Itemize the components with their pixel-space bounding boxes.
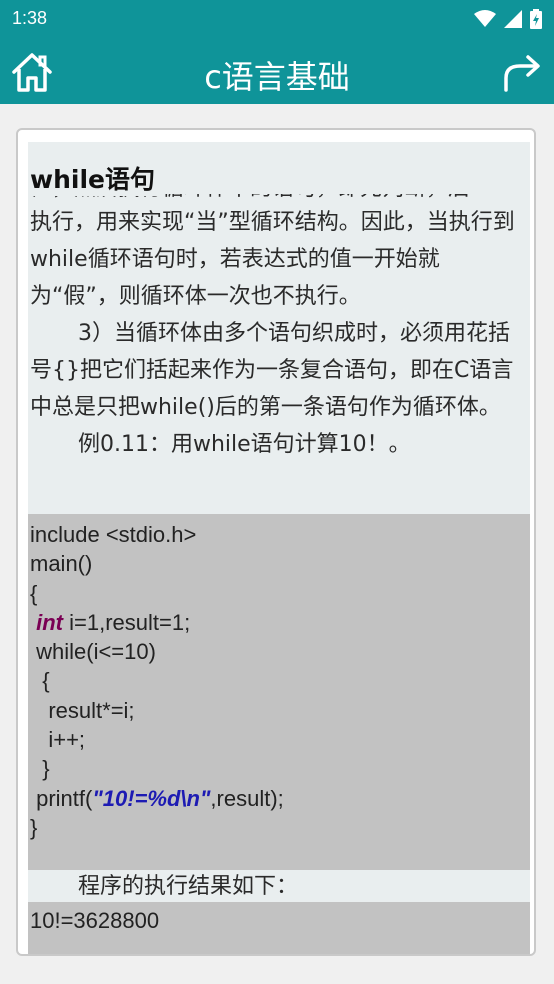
example-line: 例0.11：用while语句计算10！。 bbox=[78, 432, 411, 457]
lesson-content[interactable]: while语句 值，然后执行循环体中的语句，即先判断，后 执行，用来实现“当”型… bbox=[28, 142, 530, 954]
wifi-icon bbox=[474, 10, 496, 27]
code-keyword: int bbox=[36, 609, 64, 635]
app-bar: c语言基础 bbox=[0, 38, 554, 104]
body-text: 执行，用来实现“当”型循环结构。因此，当执行到while循环语句时，若表达式的值… bbox=[30, 204, 526, 463]
code-block: include <stdio.h> main() { int i=1,resul… bbox=[28, 514, 530, 870]
status-icons bbox=[474, 8, 542, 30]
code-text: ,result); bbox=[210, 785, 284, 811]
code-line: result*=i; bbox=[30, 697, 135, 723]
content-card: while语句 值，然后执行循环体中的语句，即先判断，后 执行，用来实现“当”型… bbox=[16, 128, 536, 956]
code-text: printf( bbox=[30, 785, 93, 811]
result-label: 程序的执行结果如下： bbox=[78, 874, 299, 899]
code-line: int i=1,result=1; bbox=[30, 608, 530, 637]
code-line: } bbox=[30, 814, 38, 840]
section-heading: while语句 bbox=[30, 160, 165, 196]
code-string: "10!=%d\n" bbox=[92, 785, 211, 811]
share-icon[interactable] bbox=[500, 52, 544, 92]
code-line: { bbox=[30, 668, 50, 694]
code-line: while(i<=10) bbox=[30, 639, 156, 665]
code-line: } bbox=[30, 756, 50, 782]
page-title: c语言基础 bbox=[204, 58, 350, 96]
status-bar: 1:38 bbox=[0, 0, 554, 38]
battery-icon bbox=[530, 9, 542, 29]
code-line: include <stdio.h> bbox=[30, 522, 197, 547]
code-text: i=1,result=1; bbox=[63, 609, 191, 635]
result-block: 10!=3628800 bbox=[28, 902, 530, 954]
code-line: { bbox=[30, 580, 38, 606]
code-line: i++; bbox=[30, 727, 86, 753]
status-time: 1:38 bbox=[12, 8, 48, 28]
cellular-signal-icon bbox=[504, 10, 522, 28]
code-line: main() bbox=[30, 551, 93, 577]
code-line: printf("10!=%d\n",result); bbox=[30, 784, 530, 813]
paragraph-2: 3）当循环体由多个语句织成时，必须用花括号{}把它们括起来作为一条复合语句，即在… bbox=[30, 321, 514, 420]
result-value: 10!=3628800 bbox=[30, 908, 160, 933]
paragraph-1: 执行，用来实现“当”型循环结构。因此，当执行到while循环语句时，若表达式的值… bbox=[30, 210, 515, 309]
